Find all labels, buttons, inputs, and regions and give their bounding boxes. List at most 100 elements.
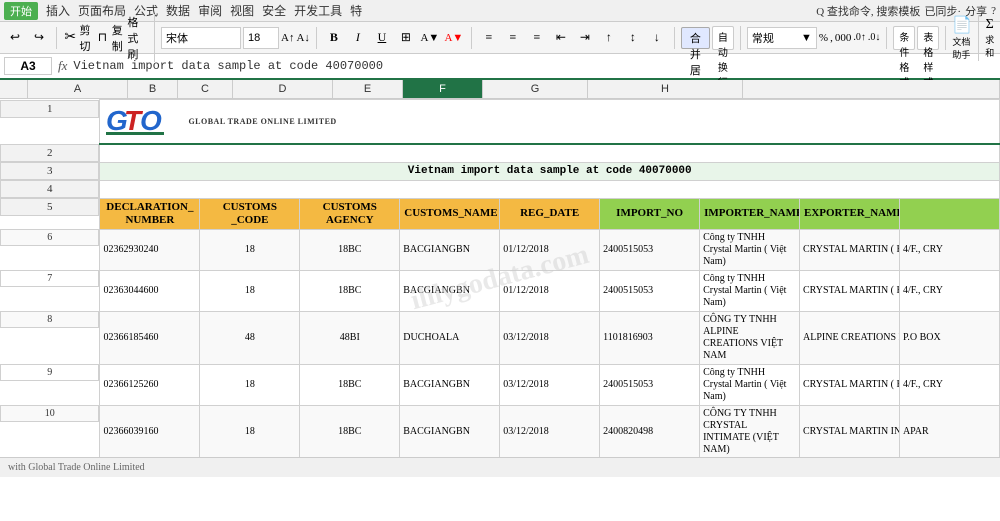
cell-extra-1[interactable]: 4/F., CRY <box>899 229 999 270</box>
font-increase-icon[interactable]: A↑ <box>281 32 294 44</box>
format-label[interactable]: 格式刷 <box>127 14 148 62</box>
cell-customs-agency-1[interactable]: 18BC <box>300 229 400 270</box>
cell-exporter-5[interactable]: CRYSTAL MARTIN INTIMATE (MCO) LIMITED <box>800 405 900 458</box>
cut-icon[interactable]: ✂ <box>63 27 77 49</box>
conditional-format-button[interactable]: 条件格式· <box>893 26 915 50</box>
cell-reference-input[interactable] <box>4 57 52 75</box>
menu-item-security[interactable]: 安全 <box>262 2 286 19</box>
align-top-icon[interactable]: ↑ <box>598 27 620 49</box>
cell-customs-agency-2[interactable]: 18BC <box>300 270 400 311</box>
help-btn[interactable]: ? <box>991 5 996 17</box>
font-size-input[interactable] <box>243 27 279 49</box>
cell-customs-agency-4[interactable]: 18BC <box>300 364 400 405</box>
cell-import-no-5[interactable]: 2400820498 <box>600 405 700 458</box>
merge-center-button[interactable]: 合并居中· <box>681 27 710 49</box>
search-commands[interactable]: Q 查找命令, 搜索模板 <box>816 3 920 19</box>
col-header-b[interactable]: B <box>128 80 178 98</box>
sum-button[interactable]: Σ 求和 <box>985 17 994 59</box>
cell-reg-date-5[interactable]: 03/12/2018 <box>500 405 600 458</box>
cell-declaration-1[interactable]: 02362930240 <box>100 229 200 270</box>
cell-customs-name-3[interactable]: DUCHOALA <box>400 311 500 364</box>
cell-reg-date-2[interactable]: 01/12/2018 <box>500 270 600 311</box>
title-cell[interactable]: Vietnam import data sample at code 40070… <box>100 162 1000 180</box>
col-header-a[interactable]: A <box>28 80 128 98</box>
cell-exporter-2[interactable]: CRYSTAL MARTIN ( HONG KONG) LIMITED <box>800 270 900 311</box>
cell-exporter-3[interactable]: ALPINE CREATIONS LTD <box>800 311 900 364</box>
outdent-icon[interactable]: ⇥ <box>574 27 596 49</box>
align-bottom-icon[interactable]: ↓ <box>646 27 668 49</box>
bold-icon[interactable]: B <box>323 27 345 49</box>
font-color-icon[interactable]: A▼ <box>443 27 465 49</box>
wrap-text-button[interactable]: 自动换行 <box>712 26 734 50</box>
col-header-c[interactable]: C <box>178 80 233 98</box>
menu-item-data[interactable]: 数据 <box>166 2 190 19</box>
cell-importer-1[interactable]: Công ty TNHH Crystal Martin ( Việt Nam) <box>700 229 800 270</box>
cell-customs-code-3[interactable]: 48 <box>200 311 300 364</box>
fill-color-icon[interactable]: A▼ <box>419 27 441 49</box>
font-family-input[interactable] <box>161 27 241 49</box>
redo-icon[interactable]: ↪ <box>28 27 50 49</box>
cell-customs-name-5[interactable]: BACGIANGBN <box>400 405 500 458</box>
col-header-g[interactable]: G <box>483 80 588 98</box>
cell-extra-5[interactable]: APAR <box>899 405 999 458</box>
cell-import-no-2[interactable]: 2400515053 <box>600 270 700 311</box>
align-middle-icon[interactable]: ↕ <box>622 27 644 49</box>
col-header-e[interactable]: E <box>333 80 403 98</box>
menu-item-dev[interactable]: 开发工具 <box>294 2 342 19</box>
cell-declaration-5[interactable]: 02366039160 <box>100 405 200 458</box>
col-header-f[interactable]: F <box>403 80 483 98</box>
cell-importer-3[interactable]: CÔNG TY TNHH ALPINE CREATIONS VIỆT NAM <box>700 311 800 364</box>
number-format-combo[interactable]: 常规▼ <box>747 27 817 49</box>
decrease-decimal-icon[interactable]: .0↓ <box>868 32 881 43</box>
cell-import-no-1[interactable]: 2400515053 <box>600 229 700 270</box>
cell-importer-5[interactable]: CÔNG TY TNHH CRYSTAL INTIMATE (VIỆT NAM) <box>700 405 800 458</box>
copy-label[interactable]: 复制 <box>112 22 126 54</box>
cell-customs-code-5[interactable]: 18 <box>200 405 300 458</box>
align-left-icon[interactable]: ≡ <box>478 27 500 49</box>
italic-icon[interactable]: I <box>347 27 369 49</box>
indent-icon[interactable]: ⇤ <box>550 27 572 49</box>
cell-importer-4[interactable]: Công ty TNHH Crystal Martin ( Việt Nam) <box>700 364 800 405</box>
cell-reg-date-3[interactable]: 03/12/2018 <box>500 311 600 364</box>
underline-icon[interactable]: U <box>371 27 393 49</box>
cell-extra-4[interactable]: 4/F., CRY <box>899 364 999 405</box>
cell-customs-agency-3[interactable]: 48BI <box>300 311 400 364</box>
table-style-button[interactable]: 表格样式· <box>917 26 939 50</box>
col-header-d[interactable]: D <box>233 80 333 98</box>
col-header-i[interactable] <box>743 80 1000 98</box>
undo-icon[interactable]: ↩ <box>4 27 26 49</box>
menu-item-special[interactable]: 特 <box>350 2 362 19</box>
doc-helper-button[interactable]: 📄 文档助手 <box>952 15 972 61</box>
thousands-icon[interactable]: 000 <box>835 32 852 44</box>
cell-customs-code-2[interactable]: 18 <box>200 270 300 311</box>
copy-icon[interactable]: ⊓ <box>95 27 109 49</box>
menu-item-view[interactable]: 视图 <box>230 2 254 19</box>
col-header-h[interactable]: H <box>588 80 743 98</box>
cell-customs-name-2[interactable]: BACGIANGBN <box>400 270 500 311</box>
align-center-icon[interactable]: ≡ <box>502 27 524 49</box>
cell-exporter-4[interactable]: CRYSTAL MARTIN ( HONG KONG) LIMITED <box>800 364 900 405</box>
cell-customs-name-4[interactable]: BACGIANGBN <box>400 364 500 405</box>
pct-icon[interactable]: % <box>819 32 828 44</box>
cell-reg-date-4[interactable]: 03/12/2018 <box>500 364 600 405</box>
font-decrease-icon[interactable]: A↓ <box>296 32 309 44</box>
cell-reg-date-1[interactable]: 01/12/2018 <box>500 229 600 270</box>
border-icon[interactable]: ⊞ <box>395 27 417 49</box>
cut-label[interactable]: 剪切 <box>79 22 93 54</box>
comma-icon[interactable]: , <box>830 32 833 44</box>
increase-decimal-icon[interactable]: .0↑ <box>853 32 866 43</box>
cell-declaration-2[interactable]: 02363044600 <box>100 270 200 311</box>
menu-item-home[interactable]: 开始 <box>4 2 38 20</box>
cell-exporter-1[interactable]: CRYSTAL MARTIN ( HONG KONG) LIMITED <box>800 229 900 270</box>
cell-declaration-4[interactable]: 02366125260 <box>100 364 200 405</box>
cell-customs-name-1[interactable]: BACGIANGBN <box>400 229 500 270</box>
cell-customs-code-1[interactable]: 18 <box>200 229 300 270</box>
cell-importer-2[interactable]: Công ty TNHH Crystal Martin ( Việt Nam) <box>700 270 800 311</box>
cell-customs-code-4[interactable]: 18 <box>200 364 300 405</box>
cell-import-no-4[interactable]: 2400515053 <box>600 364 700 405</box>
menu-item-review[interactable]: 审阅 <box>198 2 222 19</box>
cell-customs-agency-5[interactable]: 18BC <box>300 405 400 458</box>
cell-declaration-3[interactable]: 02366185460 <box>100 311 200 364</box>
cell-extra-2[interactable]: 4/F., CRY <box>899 270 999 311</box>
cell-extra-3[interactable]: P.O BOX <box>899 311 999 364</box>
